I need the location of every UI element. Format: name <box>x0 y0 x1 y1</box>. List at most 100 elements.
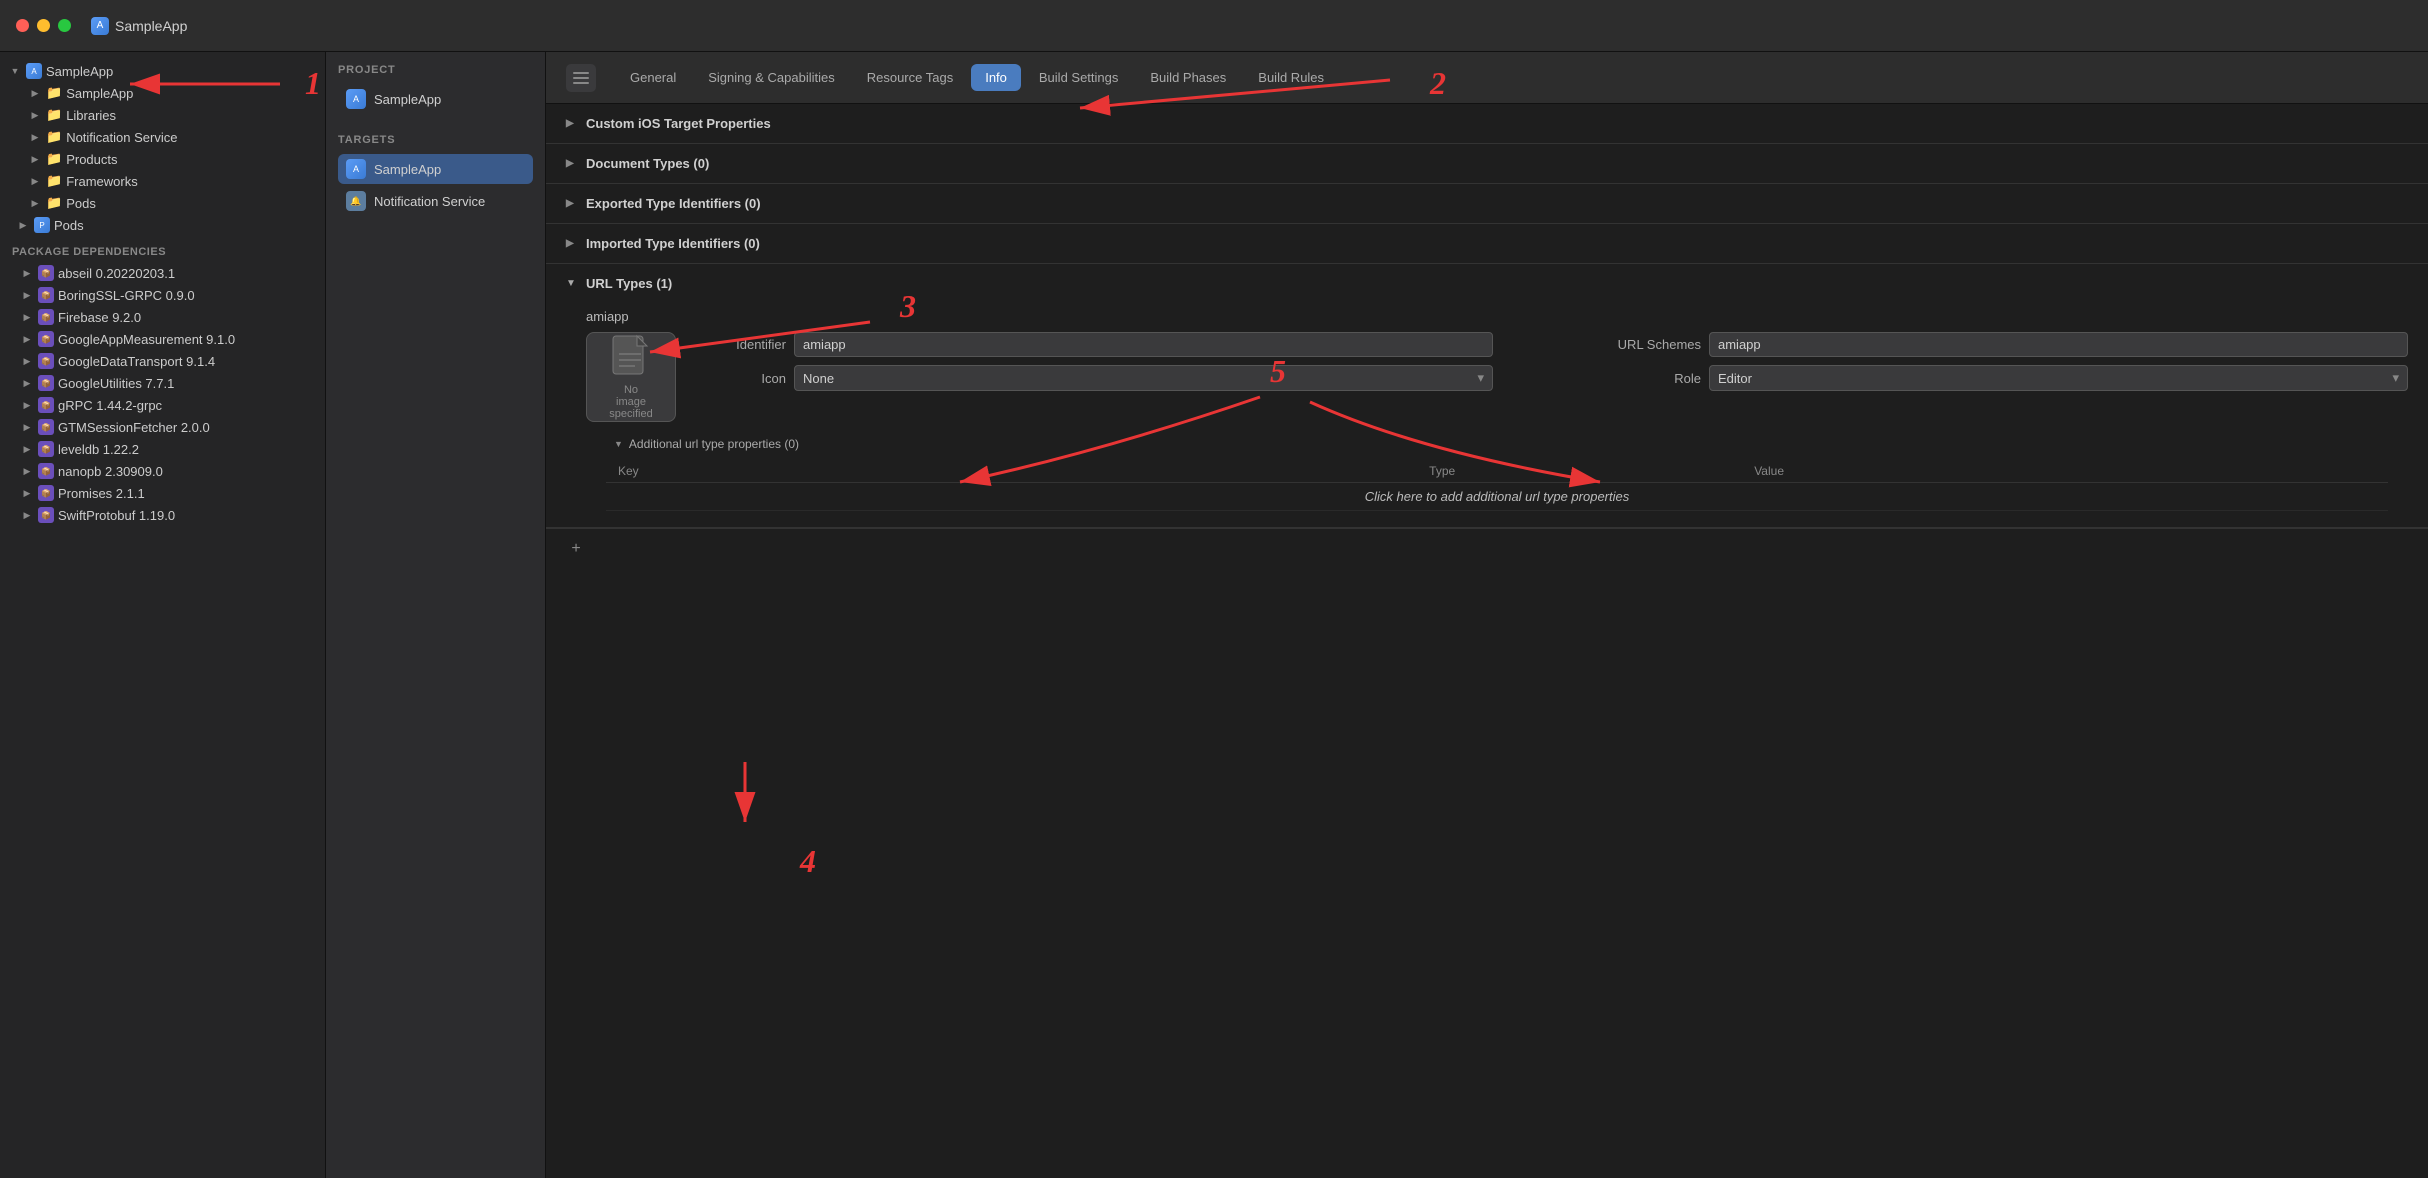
url-schemes-label: URL Schemes <box>1501 337 1701 352</box>
icon-select-chevron: ▾ <box>1477 370 1484 386</box>
pkg-nanopb[interactable]: ▶ 📦 nanopb 2.30909.0 <box>0 460 325 482</box>
url-schemes-field[interactable]: amiapp <box>1709 332 2408 357</box>
tab-build-phases[interactable]: Build Phases <box>1136 64 1240 91</box>
pkg-icon-promises: 📦 <box>38 485 54 501</box>
project-sampleapp-icon: A <box>346 89 366 109</box>
sidebar-item-sampleapp-root[interactable]: ▼ A SampleApp <box>0 60 325 82</box>
sidebar-item-frameworks[interactable]: ▶ 📁 Frameworks <box>0 170 325 192</box>
tab-build-rules[interactable]: Build Rules <box>1244 64 1338 91</box>
section-document-types: ▶ Document Types (0) <box>546 144 2428 184</box>
pkg-swiftprotobuf[interactable]: ▶ 📦 SwiftProtobuf 1.19.0 <box>0 504 325 526</box>
tab-info[interactable]: Info <box>971 64 1021 91</box>
click-to-add-label[interactable]: Click here to add additional url type pr… <box>606 483 2388 511</box>
target-sampleapp-icon: A <box>346 159 366 179</box>
section-exported-types: ▶ Exported Type Identifiers (0) <box>546 184 2428 224</box>
sidebar-toggle-button[interactable] <box>566 64 596 92</box>
sidebar-item-libraries[interactable]: ▶ 📁 Libraries <box>0 104 325 126</box>
props-table: Key Type Value Click here to add additio… <box>606 460 2388 511</box>
disc-5: ▶ <box>28 176 42 187</box>
pkg-abseil[interactable]: ▶ 📦 abseil 0.20220203.1 <box>0 262 325 284</box>
add-url-type-button[interactable]: + <box>566 539 586 559</box>
url-item-label: amiapp <box>566 303 2408 332</box>
role-select[interactable]: Editor ▾ <box>1709 365 2408 391</box>
tab-general[interactable]: General <box>616 64 690 91</box>
pkg-googleappmeasurement[interactable]: ▶ 📦 GoogleAppMeasurement 9.1.0 <box>0 328 325 350</box>
disc-2: ▶ <box>28 110 42 121</box>
project-item-sampleapp[interactable]: A SampleApp <box>338 84 533 114</box>
section-url-types: ▼ URL Types (1) amiapp <box>546 264 2428 528</box>
traffic-lights <box>16 19 71 32</box>
content-area: General Signing & Capabilities Resource … <box>546 52 2428 1178</box>
url-fields-group: Identifier amiapp URL Schemes amiapp Ico… <box>696 332 2408 391</box>
col-type: Type <box>1142 460 1742 483</box>
add-props-header[interactable]: ▼ Additional url type properties (0) <box>606 432 2388 456</box>
section-imported-header[interactable]: ▶ Imported Type Identifiers (0) <box>546 224 2428 263</box>
package-deps-header: Package Dependencies <box>0 236 325 262</box>
icon-select[interactable]: None ▾ <box>794 365 1493 391</box>
disc-6: ▶ <box>28 198 42 209</box>
section-url-types-header[interactable]: ▼ URL Types (1) <box>546 264 2428 303</box>
identifier-field[interactable]: amiapp <box>794 332 1493 357</box>
tab-bar: General Signing & Capabilities Resource … <box>546 52 2428 104</box>
col-value: Value <box>1742 460 2388 483</box>
col-key: Key <box>606 460 1142 483</box>
sidebar-item-pods-folder[interactable]: ▶ 📁 Pods <box>0 192 325 214</box>
target-sampleapp[interactable]: A SampleApp <box>338 154 533 184</box>
sidebar-item-pods-app[interactable]: ▶ P Pods <box>0 214 325 236</box>
project-label: PROJECT <box>338 64 533 76</box>
disclosure-url-types: ▼ <box>566 278 578 289</box>
close-button[interactable] <box>16 19 29 32</box>
add-props-disclosure: ▼ <box>614 439 623 449</box>
pkg-gtmsessionfetcher[interactable]: ▶ 📦 GTMSessionFetcher 2.0.0 <box>0 416 325 438</box>
sidebar-item-sampleapp[interactable]: ▶ 📁 SampleApp <box>0 82 325 104</box>
section-imported-types: ▶ Imported Type Identifiers (0) <box>546 224 2428 264</box>
pkg-icon-swiftpb: 📦 <box>38 507 54 523</box>
pkg-icon-abseil: 📦 <box>38 265 54 281</box>
pkg-firebase[interactable]: ▶ 📦 Firebase 9.2.0 <box>0 306 325 328</box>
pkg-icon-nanopb: 📦 <box>38 463 54 479</box>
image-specified-label: specified <box>609 408 652 420</box>
file-navigator: ▼ A SampleApp ▶ 📁 SampleApp ▶ 📁 Librarie… <box>0 52 326 1178</box>
window-title: A SampleApp <box>91 17 187 35</box>
tab-signing[interactable]: Signing & Capabilities <box>694 64 848 91</box>
props-empty-row: Click here to add additional url type pr… <box>606 483 2388 511</box>
identifier-label: Identifier <box>696 337 786 352</box>
url-fields-row2: Icon None ▾ Role Editor ▾ <box>696 365 2408 391</box>
pods-app-icon: P <box>34 217 50 233</box>
plus-row: + <box>546 528 2428 569</box>
pkg-leveldb[interactable]: ▶ 📦 leveldb 1.22.2 <box>0 438 325 460</box>
titlebar: A SampleApp <box>0 0 2428 52</box>
sidebar-item-notification-service[interactable]: ▶ 📁 Notification Service <box>0 126 325 148</box>
sidebar-item-products[interactable]: ▶ 📁 Products <box>0 148 325 170</box>
pkg-icon-gtm: 📦 <box>38 419 54 435</box>
pkg-googledatatransport[interactable]: ▶ 📦 GoogleDataTransport 9.1.4 <box>0 350 325 372</box>
disclosure-custom-ios: ▶ <box>566 118 578 129</box>
app-icon: A <box>91 17 109 35</box>
pkg-icon-gdt: 📦 <box>38 353 54 369</box>
disc-4: ▶ <box>28 154 42 165</box>
disclosure-doc-types: ▶ <box>566 158 578 169</box>
additional-props-section: ▼ Additional url type properties (0) Key… <box>606 432 2388 511</box>
image-no-label: No <box>624 384 638 396</box>
section-exported-header[interactable]: ▶ Exported Type Identifiers (0) <box>546 184 2428 223</box>
url-item-body: No image specified Identifier amiapp URL… <box>586 332 2408 422</box>
targets-label: TARGETS <box>338 134 533 146</box>
pkg-boringssl[interactable]: ▶ 📦 BoringSSL-GRPC 0.9.0 <box>0 284 325 306</box>
image-image-label: image <box>616 396 646 408</box>
pkg-icon-gu: 📦 <box>38 375 54 391</box>
content-scroll[interactable]: ▶ Custom iOS Target Properties ▶ Documen… <box>546 104 2428 1178</box>
pkg-googleutilities[interactable]: ▶ 📦 GoogleUtilities 7.7.1 <box>0 372 325 394</box>
maximize-button[interactable] <box>58 19 71 32</box>
project-panel: PROJECT A SampleApp TARGETS A SampleApp … <box>326 52 546 1178</box>
target-notification-service[interactable]: 🔔 Notification Service <box>338 186 533 216</box>
tab-resource-tags[interactable]: Resource Tags <box>853 64 967 91</box>
url-types-content: amiapp No <box>546 303 2428 527</box>
section-doc-types-header[interactable]: ▶ Document Types (0) <box>546 144 2428 183</box>
pkg-icon-firebase: 📦 <box>38 309 54 325</box>
pkg-grpc[interactable]: ▶ 📦 gRPC 1.44.2-grpc <box>0 394 325 416</box>
pkg-promises[interactable]: ▶ 📦 Promises 2.1.1 <box>0 482 325 504</box>
tab-build-settings[interactable]: Build Settings <box>1025 64 1133 91</box>
section-custom-ios-header[interactable]: ▶ Custom iOS Target Properties <box>546 104 2428 143</box>
minimize-button[interactable] <box>37 19 50 32</box>
disc-1: ▶ <box>28 88 42 99</box>
